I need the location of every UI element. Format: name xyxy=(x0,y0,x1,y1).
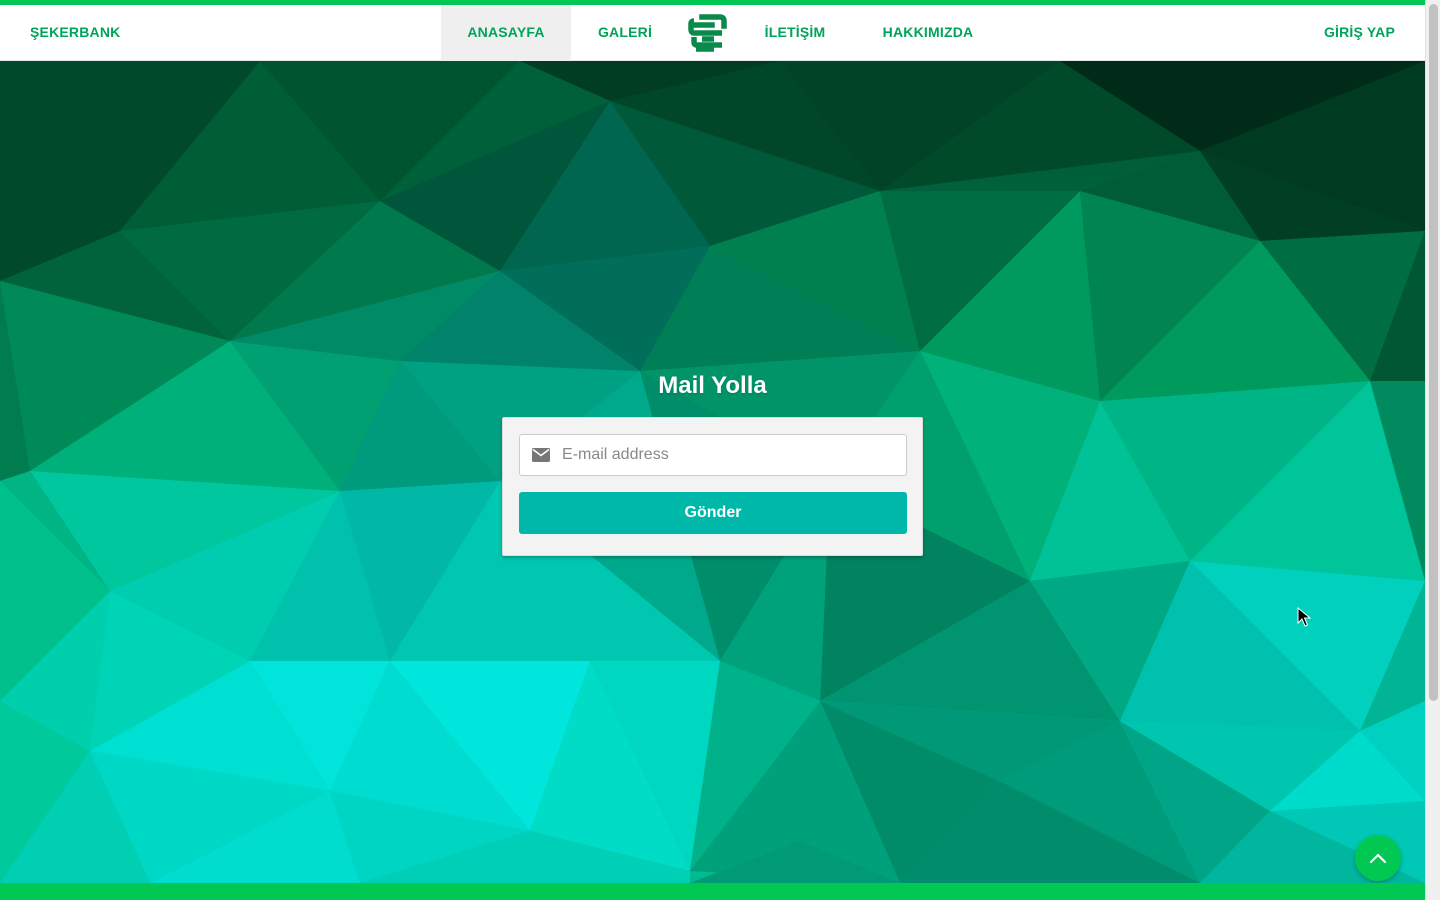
page: ŞEKERBANK ANASAYFA GALERİ İLETİŞİM HAKKI… xyxy=(0,0,1440,900)
logo-link[interactable] xyxy=(685,5,731,61)
nav-item-galeri[interactable]: GALERİ xyxy=(585,5,665,61)
footer-band xyxy=(0,883,1425,900)
nav-item-anasayfa[interactable]: ANASAYFA xyxy=(441,5,571,61)
chevron-up-icon xyxy=(1369,853,1387,864)
mouse-cursor-icon xyxy=(1297,606,1312,632)
send-button[interactable]: Gönder xyxy=(519,492,907,534)
scrollbar-thumb[interactable] xyxy=(1429,4,1438,701)
login-link[interactable]: GİRİŞ YAP xyxy=(1324,5,1395,61)
page-scrollbar[interactable] xyxy=(1425,0,1440,900)
sekerbank-logo-icon xyxy=(688,14,727,52)
navbar: ŞEKERBANK ANASAYFA GALERİ İLETİŞİM HAKKI… xyxy=(0,5,1425,61)
envelope-icon xyxy=(520,434,562,476)
mail-form-card: Gönder xyxy=(502,417,923,556)
form-title: Mail Yolla xyxy=(658,372,767,399)
nav-item-iletisim[interactable]: İLETİŞİM xyxy=(752,5,838,61)
brand-link[interactable]: ŞEKERBANK xyxy=(30,5,120,61)
email-input[interactable] xyxy=(562,435,906,475)
scroll-top-button[interactable] xyxy=(1355,835,1401,881)
hero-section: Mail Yolla Gönder xyxy=(0,61,1425,883)
email-input-group xyxy=(519,434,907,476)
nav-item-hakkimizda[interactable]: HAKKIMIZDA xyxy=(868,5,988,61)
